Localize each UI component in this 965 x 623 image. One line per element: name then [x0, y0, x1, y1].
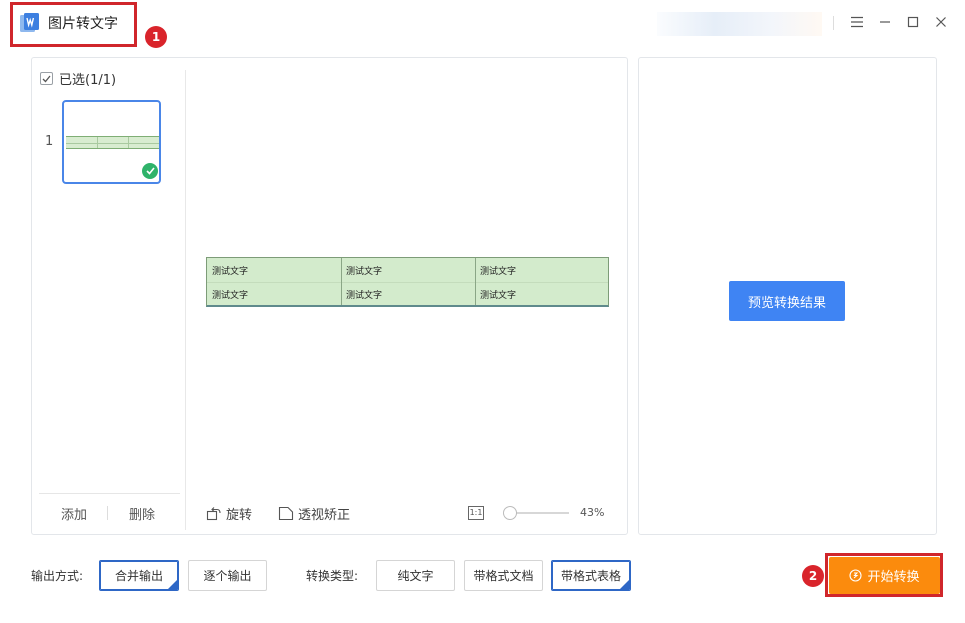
preview-image-table: 测试文字 测试文字 测试文字 测试文字 测试文字 测试文字: [206, 257, 609, 307]
annotation-badge-1: 1: [145, 26, 167, 48]
start-conversion-label: 开始转换: [867, 570, 920, 585]
menu-icon: [851, 16, 863, 28]
close-button[interactable]: [932, 13, 950, 31]
titlebar-divider: [833, 16, 834, 30]
perspective-label: 透视矫正: [298, 508, 351, 523]
maximize-icon: [907, 16, 919, 28]
table-cell: 测试文字: [346, 267, 383, 277]
perspective-icon: [278, 506, 294, 521]
table-cell: 测试文字: [480, 267, 517, 277]
account-banner: [657, 12, 822, 36]
maximize-button[interactable]: [904, 13, 922, 31]
table-cell: 测试文字: [480, 291, 517, 301]
preview-result-button[interactable]: 预览转换结果: [729, 281, 845, 321]
image-thumbnail[interactable]: [62, 100, 161, 184]
plain-text-option[interactable]: 纯文字: [376, 560, 455, 591]
start-conversion-button[interactable]: 开始转换: [829, 557, 940, 594]
table-cell: 测试文字: [212, 267, 249, 277]
perspective-correction-button[interactable]: 透视矫正: [278, 504, 350, 523]
rotate-icon: [206, 507, 221, 521]
zoom-slider-handle[interactable]: [503, 506, 517, 520]
table-cell: 测试文字: [212, 291, 249, 301]
minimize-icon: [880, 21, 890, 23]
thumbnail-column-divider: [185, 70, 186, 530]
thumbnail-table-preview: [66, 136, 159, 149]
output-mode-label: 输出方式:: [31, 569, 84, 583]
annotation-box-title: [10, 2, 137, 47]
footer-separator: [107, 506, 108, 520]
close-icon: [936, 17, 946, 27]
select-all-label: 已选(1/1): [59, 73, 117, 88]
zoom-level: 43%: [580, 506, 605, 519]
rotate-button[interactable]: 旋转: [206, 504, 252, 523]
convert-type-label: 转换类型:: [306, 569, 359, 583]
formatted-table-option[interactable]: 带格式表格: [551, 560, 631, 591]
add-button[interactable]: 添加: [61, 504, 87, 523]
checkbox-icon: [40, 72, 53, 85]
annotation-badge-2: 2: [802, 565, 824, 587]
minimize-button[interactable]: [876, 13, 894, 31]
menu-button[interactable]: [848, 13, 866, 31]
checkmark-icon: [142, 163, 158, 179]
coin-icon: [849, 569, 863, 582]
actual-size-button[interactable]: 1:1: [468, 506, 484, 520]
merge-output-option[interactable]: 合并输出: [99, 560, 179, 591]
formatted-document-option[interactable]: 带格式文档: [464, 560, 543, 591]
table-cell: 测试文字: [346, 291, 383, 301]
rotate-label: 旋转: [226, 508, 253, 523]
separate-output-option[interactable]: 逐个输出: [188, 560, 267, 591]
select-all-checkbox[interactable]: 已选(1/1): [40, 69, 116, 88]
delete-button[interactable]: 删除: [129, 504, 155, 523]
thumbnail-index: 1: [45, 134, 54, 149]
thumbnail-footer-divider: [39, 493, 180, 494]
